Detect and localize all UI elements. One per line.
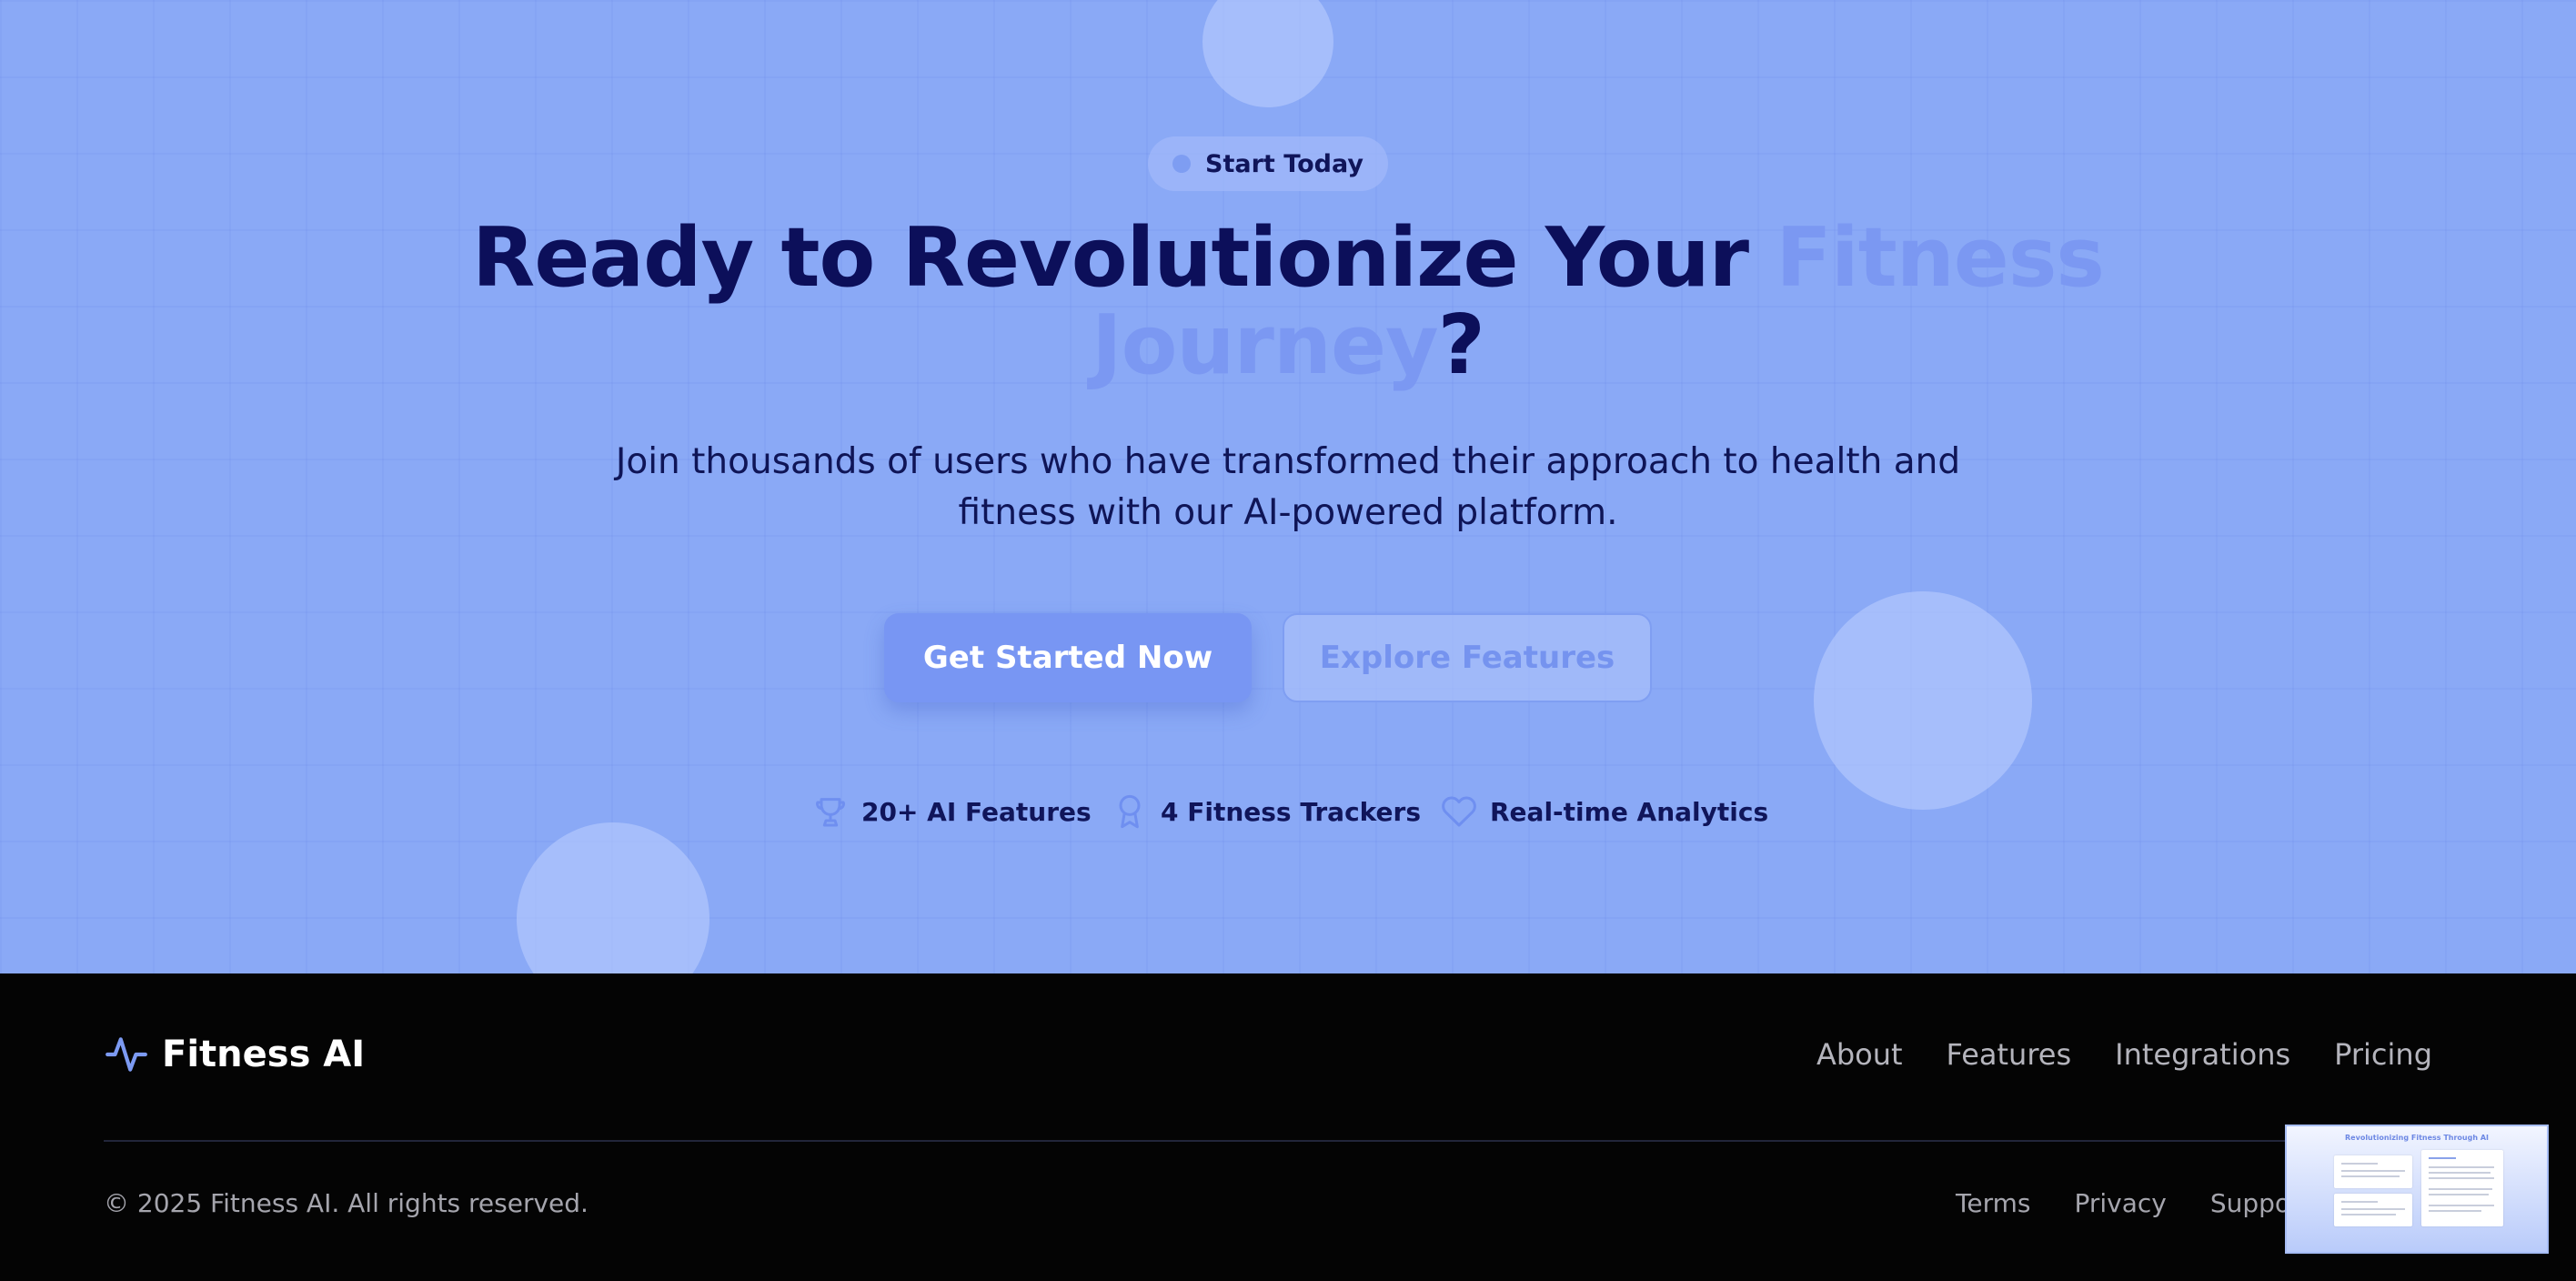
thumbnail-title: Revolutionizing Fitness Through AI (2345, 1134, 2489, 1142)
stat-ai-features: 20+ AI Features (812, 792, 1092, 832)
badge-label: Start Today (1205, 149, 1363, 178)
stat-label: 4 Fitness Trackers (1161, 796, 1422, 827)
badge-dot-icon (1172, 155, 1192, 173)
stat-label: 20+ AI Features (861, 796, 1092, 827)
decorative-circle (517, 822, 709, 973)
legal-links: Terms Privacy Suppor (1956, 1188, 2301, 1218)
footer-nav: About Features Integrations Pricing (1816, 1037, 2432, 1072)
start-today-badge: Start Today (1148, 136, 1388, 191)
page-preview-thumbnail[interactable]: Revolutionizing Fitness Through AI (2285, 1125, 2549, 1254)
thumbnail-card (2334, 1194, 2412, 1226)
footer-link-features[interactable]: Features (1947, 1037, 2072, 1072)
site-footer (0, 973, 2576, 1281)
stat-label: Real-time Analytics (1490, 796, 1769, 827)
decorative-circle (1814, 591, 2032, 810)
thumbnail-card (2334, 1155, 2412, 1188)
footer-logo[interactable]: Fitness AI (104, 1032, 365, 1077)
brand-name: Fitness AI (162, 1034, 366, 1075)
footer-link-about[interactable]: About (1816, 1037, 1903, 1072)
trophy-icon (816, 798, 845, 827)
headline-suffix: ? (1437, 298, 1485, 393)
award-icon (1119, 794, 1141, 829)
thumbnail-card (2421, 1150, 2503, 1226)
decorative-circle (1202, 0, 1333, 107)
hero-headline: Ready to Revolutionize Your Fitness Jour… (378, 215, 2198, 389)
footer-link-pricing[interactable]: Pricing (2334, 1037, 2432, 1072)
activity-icon (106, 1037, 147, 1072)
footer-link-integrations[interactable]: Integrations (2115, 1037, 2290, 1072)
footer-divider (104, 1140, 2432, 1142)
explore-features-button[interactable]: Explore Features (1283, 613, 1652, 702)
stat-realtime-analytics: Real-time Analytics (1441, 792, 1768, 832)
cta-hero-section: Start Today Ready to Revolutionize Your … (0, 0, 2576, 973)
hero-subheadline: Join thousands of users who have transfo… (615, 441, 1961, 533)
copyright-text: © 2025 Fitness AI. All rights reserved. (104, 1188, 589, 1218)
get-started-button[interactable]: Get Started Now (884, 613, 1252, 702)
headline-prefix: Ready to Revolutionize Your (472, 210, 1776, 306)
stat-fitness-trackers: 4 Fitness Trackers (1112, 792, 1421, 832)
legal-link-privacy[interactable]: Privacy (2074, 1188, 2166, 1218)
heart-icon (1442, 796, 1476, 827)
legal-link-terms[interactable]: Terms (1956, 1188, 2030, 1218)
